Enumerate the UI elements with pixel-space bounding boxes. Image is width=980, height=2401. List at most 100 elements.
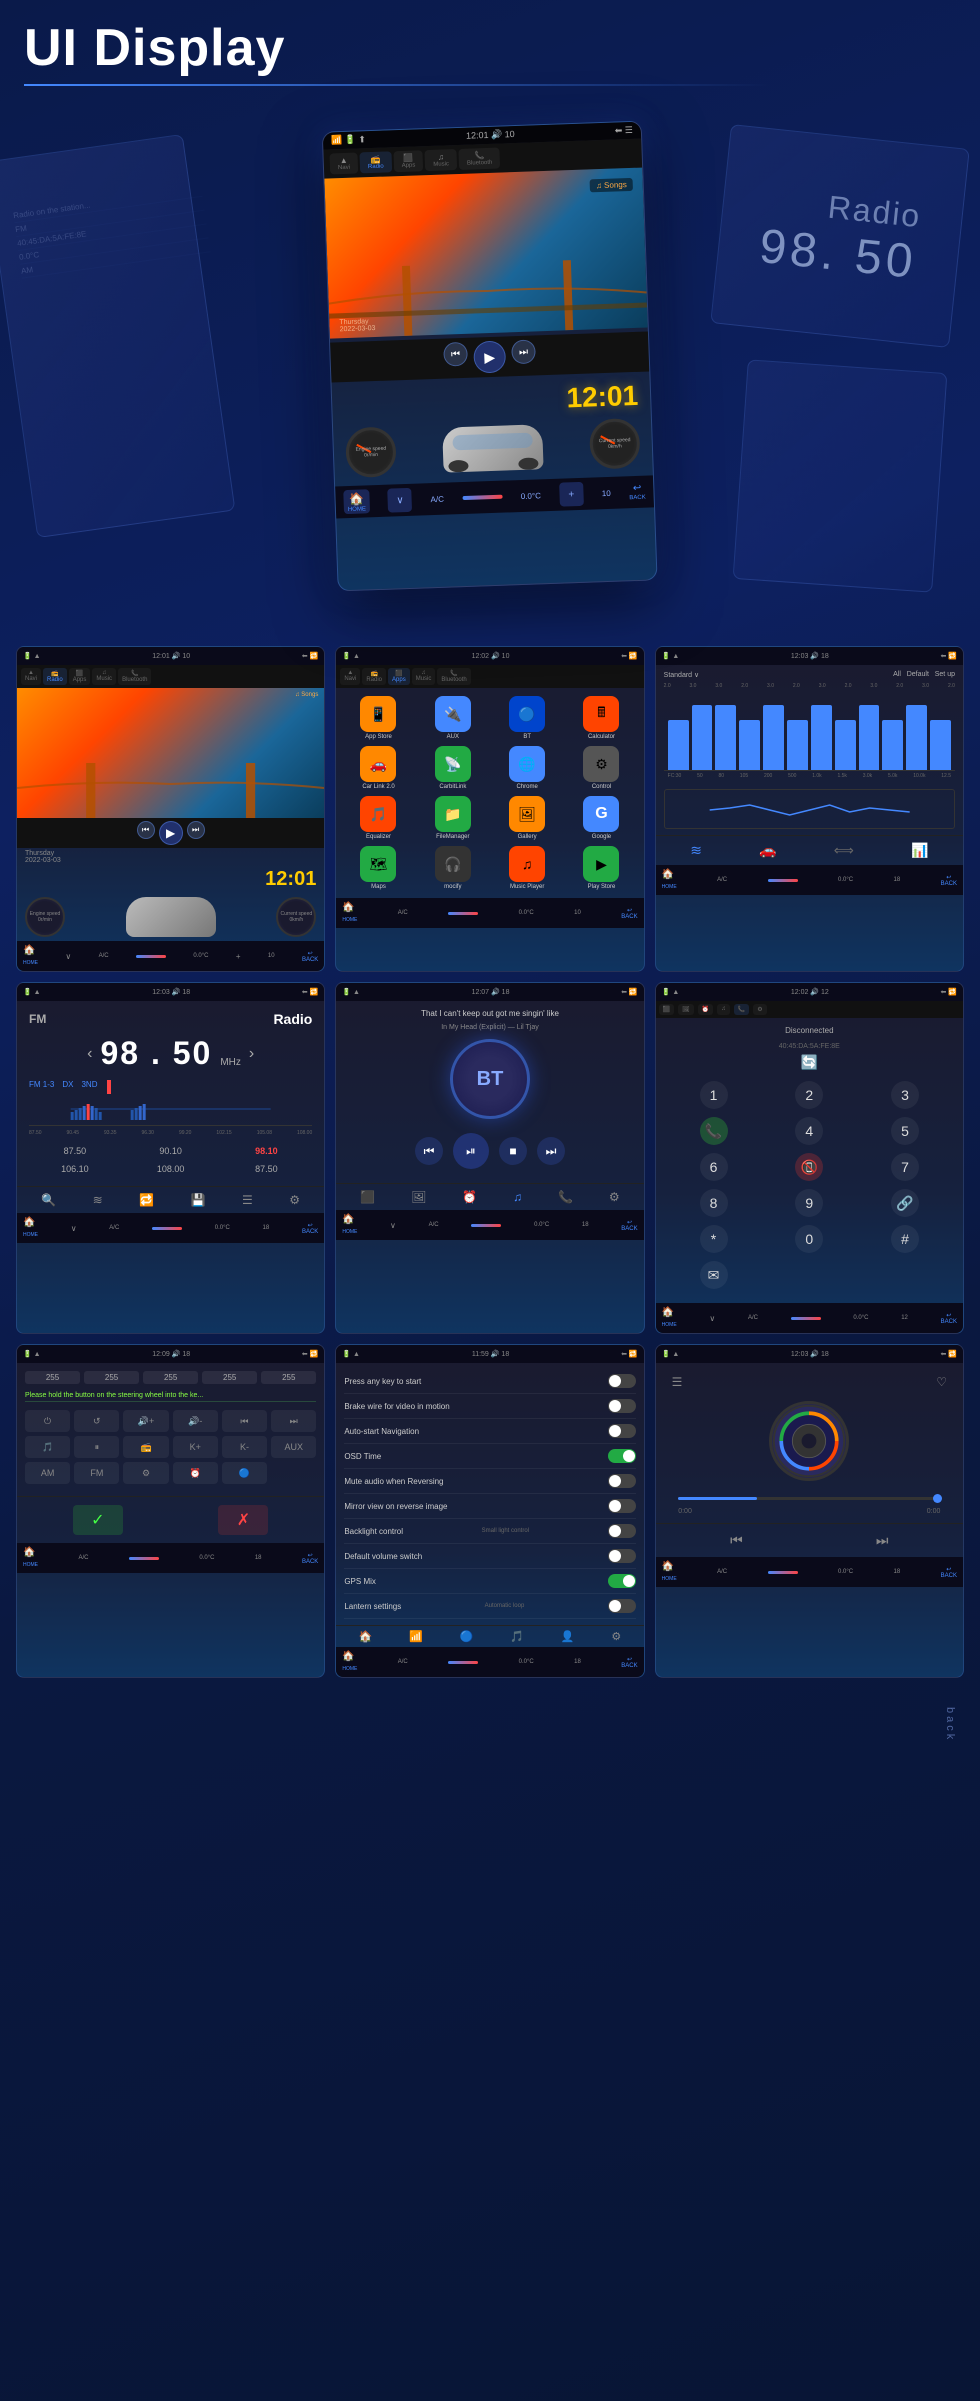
toggle-autonav[interactable] bbox=[608, 1424, 636, 1438]
ps1-nav-music[interactable]: ♫Music bbox=[92, 668, 116, 685]
media-header-icons[interactable]: ☰ ♡ bbox=[664, 1371, 955, 1393]
radio-next-btn[interactable]: › bbox=[249, 1045, 254, 1063]
ps1-nav-apps[interactable]: ⬛Apps bbox=[69, 668, 91, 685]
ps6-nav-settings[interactable]: ⚙ bbox=[753, 1004, 766, 1015]
ps8-back[interactable]: ↩BACK bbox=[621, 1656, 637, 1669]
settings-nav-icons[interactable]: 🏠 📶 🔵 🎵 👤 ⚙ bbox=[336, 1625, 643, 1647]
toggle-volume[interactable] bbox=[608, 1549, 636, 1563]
freq-presets[interactable]: 87.50 90.10 98.10 106.10 108.00 87.50 bbox=[29, 1144, 312, 1176]
radio-func-icons[interactable]: 🔍 ≋ 🔁 💾 ☰ ⚙ bbox=[17, 1186, 324, 1213]
freq-3[interactable]: 98.10 bbox=[221, 1144, 313, 1158]
toggle-osd[interactable] bbox=[608, 1449, 636, 1463]
ps2-nav-apps[interactable]: ⬛Apps bbox=[388, 668, 410, 685]
radio-settings-icon[interactable]: ⚙ bbox=[289, 1193, 300, 1207]
ps2-nav-music[interactable]: ♫Music bbox=[412, 668, 436, 685]
ps1-nav-navi[interactable]: ▲Navi bbox=[21, 668, 41, 685]
ps1-home-icon[interactable]: 🏠HOME bbox=[23, 945, 38, 967]
dial-2[interactable]: 2 bbox=[795, 1081, 823, 1109]
dial-end[interactable]: 📵 bbox=[795, 1153, 823, 1181]
settings-audio-icon[interactable]: 🎵 bbox=[510, 1630, 524, 1643]
steering-btns-grid[interactable]: ⏻ ↺ 🔊+ 🔊- ⏮ ⏭ 🎵 ⏸ 📻 K+ K- AUX AM FM ⚙ ⏰ bbox=[25, 1406, 316, 1488]
steer-am[interactable]: AM bbox=[25, 1462, 70, 1484]
toggle-press-key[interactable] bbox=[608, 1374, 636, 1388]
bt-prev-btn[interactable]: ⏮ bbox=[415, 1137, 443, 1165]
app-files[interactable]: 📁 FileManager bbox=[419, 796, 487, 840]
app-gallery[interactable]: 🖼 Gallery bbox=[493, 796, 561, 840]
bt-refresh-icon[interactable]: 🔄 bbox=[664, 1054, 955, 1071]
ps5-bottom[interactable]: 🏠HOME ∨ A/C 0.0°C 18 ↩BACK bbox=[336, 1210, 643, 1240]
ps2-bottom[interactable]: 🏠HOME A/C 0.0°C 10 ↩BACK bbox=[336, 898, 643, 928]
steer-aux[interactable]: AUX bbox=[271, 1436, 316, 1458]
media-controls-bottom[interactable]: ⏮ ⏭ bbox=[656, 1523, 963, 1557]
ps1-nav[interactable]: ▲Navi 📻Radio ⬛Apps ♫Music 📞Bluetooth bbox=[17, 665, 324, 688]
app-bt[interactable]: 🔵 BT bbox=[493, 696, 561, 740]
ps6-back[interactable]: ↩BACK bbox=[941, 1312, 957, 1325]
radio-list-icon[interactable]: ☰ bbox=[242, 1193, 253, 1207]
ps6-nav-img[interactable]: 🖼 bbox=[678, 1004, 694, 1015]
ps6-nav-grid[interactable]: ⬛ bbox=[659, 1004, 674, 1015]
toggle-gps[interactable] bbox=[608, 1574, 636, 1588]
screen-bottom-bar[interactable]: 🏠 HOME ∨ A/C 0.0°C + 10 ↩ BACK bbox=[335, 475, 654, 518]
app-maps[interactable]: 🗺 Maps bbox=[344, 846, 412, 890]
dial-hash[interactable]: # bbox=[891, 1225, 919, 1253]
radio-loop-icon[interactable]: 🔁 bbox=[139, 1193, 154, 1207]
ps2-nav-radio[interactable]: 📻Radio bbox=[362, 668, 386, 685]
back-btn-screen[interactable]: ↩ BACK bbox=[629, 483, 646, 502]
eq-arrows-icon[interactable]: ⟺ bbox=[834, 842, 854, 859]
steer-pause[interactable]: ⏸ bbox=[74, 1436, 119, 1458]
steer-music[interactable]: 🎵 bbox=[25, 1436, 70, 1458]
app-eq[interactable]: 🎵 Equalizer bbox=[344, 796, 412, 840]
ps6-home[interactable]: 🏠HOME bbox=[662, 1307, 677, 1329]
ps5-chevron[interactable]: ∨ bbox=[390, 1221, 396, 1230]
ps4-chevron[interactable]: ∨ bbox=[71, 1224, 77, 1233]
ps1-bottom[interactable]: 🏠HOME ∨ A/C 0.0°C + 10 ↩BACK bbox=[17, 941, 324, 971]
bt-stop-btn[interactable]: ■ bbox=[499, 1137, 527, 1165]
ps8-bottom[interactable]: 🏠HOME A/C 0.0°C 18 ↩BACK bbox=[336, 1647, 643, 1677]
ps1-back[interactable]: ↩BACK bbox=[302, 950, 318, 963]
steering-confirm-btn[interactable]: ✓ bbox=[73, 1505, 123, 1535]
freq-4[interactable]: 106.10 bbox=[29, 1162, 121, 1176]
app-chrome[interactable]: 🌐 Chrome bbox=[493, 746, 561, 790]
toggle-mute[interactable] bbox=[608, 1474, 636, 1488]
toggle-brake[interactable] bbox=[608, 1399, 636, 1413]
dial-call[interactable]: 📞 bbox=[700, 1117, 728, 1145]
bt-controls[interactable]: ⏮ ⏯ ■ ⏭ bbox=[415, 1133, 565, 1169]
ps9-back[interactable]: ↩BACK bbox=[941, 1566, 957, 1579]
nav-radio[interactable]: 📻Radio bbox=[359, 151, 391, 173]
steer-vol-up[interactable]: 🔊+ bbox=[123, 1410, 168, 1432]
toggle-backlight[interactable] bbox=[608, 1524, 636, 1538]
dial-9[interactable]: 9 bbox=[795, 1189, 823, 1217]
dial-link[interactable]: 🔗 bbox=[891, 1189, 919, 1217]
home-btn[interactable]: 🏠 HOME bbox=[343, 489, 370, 514]
dial-0[interactable]: 0 bbox=[795, 1225, 823, 1253]
settings-home-icon[interactable]: 🏠 bbox=[359, 1630, 373, 1643]
dial-star[interactable]: * bbox=[700, 1225, 728, 1253]
eq-chart-icon[interactable]: 📊 bbox=[911, 842, 928, 859]
radio-eq-icon[interactable]: ≋ bbox=[93, 1193, 103, 1207]
app-control[interactable]: ⚙ Control bbox=[567, 746, 635, 790]
ps1-nav-radio[interactable]: 📻Radio bbox=[43, 668, 67, 685]
ps6-nav-music[interactable]: ♫ bbox=[717, 1004, 730, 1015]
nav-apps[interactable]: ⬛Apps bbox=[393, 150, 423, 172]
media-list-icon[interactable]: ☰ bbox=[672, 1375, 683, 1389]
steer-kup[interactable]: K+ bbox=[173, 1436, 218, 1458]
ps2-nav-navi[interactable]: ▲Navi bbox=[340, 668, 360, 685]
settings-wifi-icon[interactable]: 📶 bbox=[409, 1630, 423, 1643]
toggle-mirror[interactable] bbox=[608, 1499, 636, 1513]
ps1-controls[interactable]: ⏮ ▶ ⏭ bbox=[17, 818, 324, 848]
ps6-nav-phone[interactable]: 📞 bbox=[734, 1004, 749, 1015]
app-carbitlink[interactable]: 📡 CarbitLink bbox=[419, 746, 487, 790]
freq-2[interactable]: 90.10 bbox=[125, 1144, 217, 1158]
ps7-home[interactable]: 🏠HOME bbox=[23, 1547, 38, 1569]
ps1-next[interactable]: ⏭ bbox=[187, 821, 205, 839]
bt-next-btn[interactable]: ⏭ bbox=[537, 1137, 565, 1165]
steer-kdown[interactable]: K- bbox=[222, 1436, 267, 1458]
ps1-chevron[interactable]: ∨ bbox=[65, 952, 71, 961]
ps7-back[interactable]: ↩BACK bbox=[302, 1552, 318, 1565]
radio-prev-btn[interactable]: ‹ bbox=[87, 1045, 92, 1063]
bt-clock-icon[interactable]: ⏰ bbox=[462, 1190, 477, 1204]
prev-btn[interactable]: ⏮ bbox=[443, 342, 468, 367]
ps2-nav-bt[interactable]: 📞Bluetooth bbox=[437, 668, 470, 685]
freq-5[interactable]: 108.00 bbox=[125, 1162, 217, 1176]
freq-1[interactable]: 87.50 bbox=[29, 1144, 121, 1158]
